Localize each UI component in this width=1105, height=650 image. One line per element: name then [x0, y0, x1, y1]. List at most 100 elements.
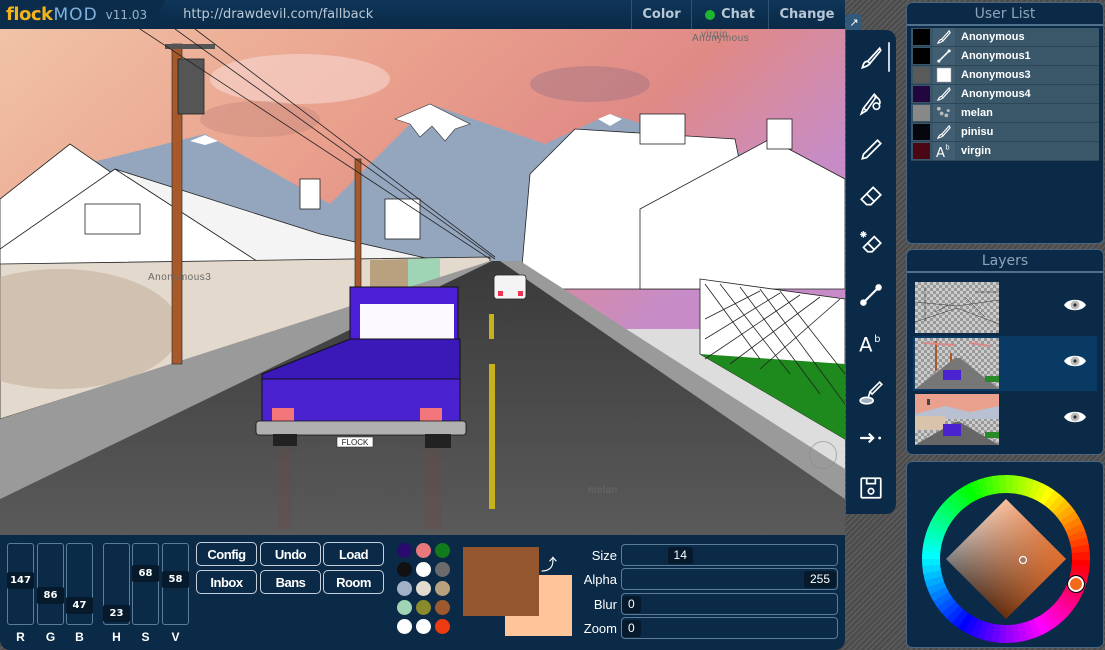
zoom-slider[interactable]: 0: [621, 617, 838, 639]
popout-icon[interactable]: ↗: [846, 14, 862, 30]
tool-save[interactable]: [846, 466, 896, 510]
user-list-item[interactable]: melan: [911, 104, 1099, 123]
palette-swatch[interactable]: [435, 581, 450, 596]
hue-picker-handle[interactable]: [1068, 576, 1084, 592]
blur-value: 0: [622, 596, 641, 613]
line-icon: [937, 49, 951, 63]
user-tool-indicator: [933, 85, 955, 103]
palette-swatch[interactable]: [397, 562, 412, 577]
user-name: Anonymous3: [961, 69, 1031, 81]
alpha-label: Alpha: [583, 572, 617, 587]
palette-swatch[interactable]: [416, 562, 431, 577]
slider-label: H: [112, 630, 121, 644]
top-bar: flock MOD v11.03 http://drawdevil.com/fa…: [0, 0, 845, 29]
tool-brush[interactable]: [846, 36, 896, 80]
color-button[interactable]: Color: [631, 0, 691, 29]
user-color-swatch: [913, 105, 930, 121]
palette-swatch[interactable]: [416, 581, 431, 596]
tool-pencil[interactable]: [846, 128, 896, 172]
tool-multi-brush[interactable]: [846, 82, 896, 126]
palette-swatch[interactable]: [397, 543, 412, 558]
change-button[interactable]: Change: [768, 0, 845, 29]
slider-r[interactable]: 147: [7, 543, 34, 625]
cursor-label: melan: [588, 485, 618, 496]
user-color-swatch: [913, 86, 930, 102]
user-list-item[interactable]: Anonymous: [911, 28, 1099, 47]
tool-pan[interactable]: [846, 416, 896, 460]
user-list-item[interactable]: pinisu: [911, 123, 1099, 142]
user-tool-indicator: [933, 123, 955, 141]
slider-label: G: [45, 630, 56, 644]
square-icon: [936, 67, 952, 83]
size-slider[interactable]: 14: [621, 544, 838, 566]
inbox-button-label: Inbox: [210, 574, 243, 590]
slider-b[interactable]: 47: [66, 543, 93, 625]
sv-picker-handle[interactable]: [1018, 555, 1028, 565]
slider-value: 147: [7, 571, 34, 589]
palette-swatch[interactable]: [435, 562, 450, 577]
bans-button[interactable]: Bans: [260, 570, 321, 594]
visibility-eye-icon[interactable]: [1063, 296, 1087, 314]
visibility-eye-icon[interactable]: [1063, 352, 1087, 370]
user-color-swatch: [913, 48, 930, 64]
app-logo: flock MOD v11.03: [0, 0, 166, 29]
bans-button-label: Bans: [275, 574, 306, 590]
slider-s[interactable]: 68: [132, 543, 159, 625]
slider-h[interactable]: 23: [103, 543, 130, 625]
palette-swatch[interactable]: [397, 600, 412, 615]
slider-value: 86: [37, 587, 64, 605]
color-wheel[interactable]: [907, 462, 1105, 649]
inbox-button[interactable]: Inbox: [196, 570, 257, 594]
user-list-item[interactable]: Ab virgin: [911, 142, 1099, 161]
palette-swatch[interactable]: [435, 600, 450, 615]
undo-button[interactable]: Undo: [260, 542, 321, 566]
tool-bar: Ab: [846, 30, 896, 514]
tool-text[interactable]: Ab: [846, 321, 896, 365]
room-url[interactable]: http://drawdevil.com/fallback: [183, 7, 631, 22]
palette-swatch[interactable]: [435, 543, 450, 558]
user-color-swatch: [913, 124, 930, 140]
drawing-canvas[interactable]: FLOCK Anonymous virgin Anonymous3 melan: [0, 29, 845, 535]
pan-icon: [860, 432, 882, 444]
slider-v[interactable]: 58: [162, 543, 189, 625]
tool-magic-eraser[interactable]: [846, 220, 896, 264]
zoom-reset-icon[interactable]: [809, 441, 837, 469]
room-button[interactable]: Room: [323, 570, 384, 594]
load-button[interactable]: Load: [323, 542, 384, 566]
tool-eraser[interactable]: [846, 174, 896, 218]
tool-eyedropper[interactable]: [846, 371, 896, 415]
license-plate: FLOCK: [342, 438, 369, 447]
visibility-eye-icon[interactable]: [1063, 408, 1087, 426]
palette-swatch[interactable]: [397, 581, 412, 596]
room-button-label: Room: [336, 574, 371, 590]
alpha-slider[interactable]: 255: [621, 568, 838, 590]
layer-item[interactable]: [913, 336, 1097, 391]
user-name: Anonymous1: [961, 50, 1031, 62]
palette-swatch[interactable]: [397, 619, 412, 634]
user-tool-indicator: [933, 47, 955, 65]
palette-swatch[interactable]: [416, 543, 431, 558]
palette-swatch[interactable]: [435, 619, 450, 634]
undo-button-label: Undo: [274, 546, 307, 562]
slider-g[interactable]: 86: [37, 543, 64, 625]
primary-color[interactable]: [463, 547, 539, 616]
user-name: Anonymous4: [961, 88, 1031, 100]
palette-swatch[interactable]: [416, 619, 431, 634]
user-tool-indicator: [933, 104, 955, 122]
palette-swatch[interactable]: [416, 600, 431, 615]
chat-button[interactable]: Chat: [691, 0, 768, 29]
config-button[interactable]: Config: [196, 542, 257, 566]
magic-eraser-icon: [860, 231, 882, 253]
tool-line[interactable]: [846, 273, 896, 317]
slider-value: 23: [103, 604, 130, 622]
layer-item[interactable]: [913, 280, 1097, 335]
text-icon: Ab: [936, 144, 950, 159]
user-list-item[interactable]: Anonymous1: [911, 47, 1099, 66]
change-button-label: Change: [779, 7, 835, 22]
layer-item[interactable]: [913, 392, 1097, 447]
swap-colors-icon[interactable]: ⤴: [541, 551, 557, 575]
user-list-item[interactable]: Anonymous4: [911, 85, 1099, 104]
pencil-icon: [861, 139, 882, 160]
user-list-item[interactable]: Anonymous3: [911, 66, 1099, 85]
blur-slider[interactable]: 0: [621, 593, 838, 615]
